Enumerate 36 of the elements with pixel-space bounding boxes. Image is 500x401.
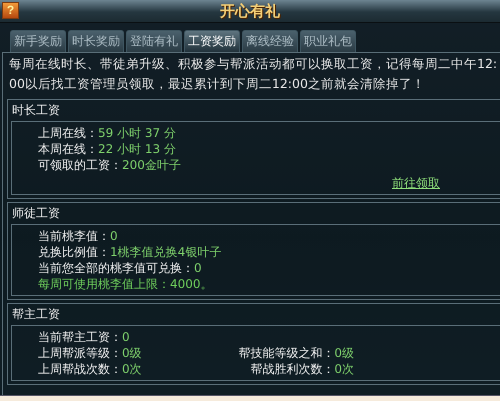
field-value: 22 小时 13 分 [98, 141, 176, 157]
field-value: 0次 [122, 361, 142, 377]
field-value: 0级 [334, 345, 354, 361]
claim-link[interactable]: 前往领取 [392, 175, 440, 191]
field-label: 当前您全部的桃李值可兑换： [38, 260, 194, 276]
tab[interactable]: 时长奖励 [68, 30, 124, 52]
field-value: 0次 [334, 361, 354, 377]
section-title: 时长工资 [11, 102, 61, 119]
field-value: 0级 [122, 345, 142, 361]
field-value: 200金叶子 [122, 157, 181, 173]
field-label: 可领取的工资： [38, 157, 122, 173]
section-title: 帮主工资 [11, 306, 61, 323]
field-label: 帮技能等级之和： [238, 345, 334, 361]
window-title: 开心有礼 [220, 2, 280, 20]
tab[interactable]: 职业礼包 [300, 30, 356, 52]
note-text: 每周可使用桃李值上限：4000。 [38, 276, 213, 292]
field-label: 上周帮派等级： [38, 345, 122, 361]
field-label: 帮战胜利次数： [250, 361, 334, 377]
intro-text: 每周在线时长、带徒弟升级、积极参与帮派活动都可以换取工资，记得每周二中午12:00以后找工资管理员领取，最迟累计到下周二12:00之前就会清除掉了！ [9, 55, 498, 93]
field-label: 当前桃李值： [38, 228, 110, 244]
tab[interactable]: 离线经验 [242, 30, 298, 52]
field-value: 59 小时 37 分 [98, 125, 176, 141]
field-value: 0 [122, 329, 130, 345]
tab[interactable]: 新手奖励 [10, 30, 66, 52]
help-button[interactable]: ? [2, 2, 19, 19]
field-value: 1桃李值兑换4银叶子 [110, 244, 222, 260]
field-label: 本周在线： [38, 141, 98, 157]
field-label: 兑换比例值： [38, 244, 110, 260]
field-label: 上周在线： [38, 125, 98, 141]
field-value: 0 [194, 260, 202, 276]
field-label: 上周帮战次数： [38, 361, 122, 377]
section-title: 师徒工资 [11, 205, 61, 222]
tab[interactable]: 登陆有礼 [126, 30, 182, 52]
field-value: 0 [110, 228, 118, 244]
tab[interactable]: 工资奖励 [184, 30, 240, 52]
field-label: 当前帮主工资： [38, 329, 122, 345]
